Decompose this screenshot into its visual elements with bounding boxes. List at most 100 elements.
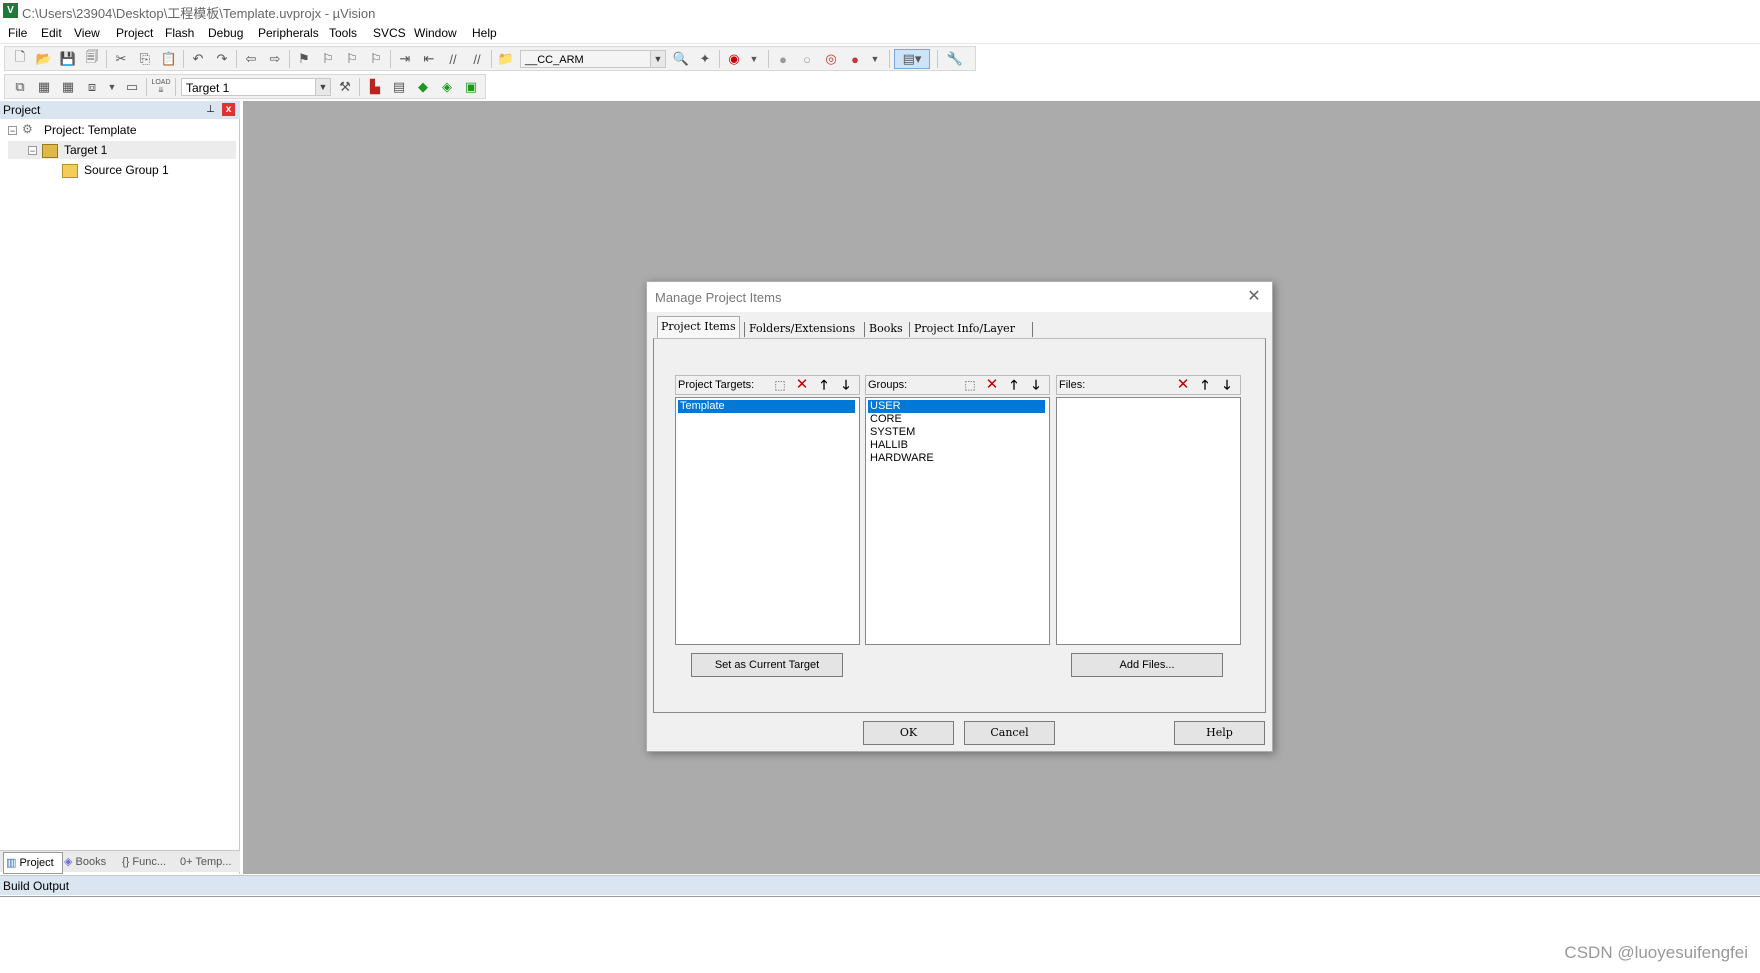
menu-file[interactable]: File bbox=[4, 26, 31, 40]
target-options-icon[interactable]: ⚒ bbox=[335, 77, 355, 97]
run-time-environment-icon[interactable]: ◈ bbox=[437, 77, 457, 97]
paste-icon[interactable]: 📋 bbox=[159, 49, 179, 69]
menu-flash[interactable]: Flash bbox=[161, 26, 198, 40]
find-in-files-icon[interactable]: 📁 bbox=[496, 49, 516, 69]
undo-icon[interactable]: ↶ bbox=[188, 49, 208, 69]
menu-debug[interactable]: Debug bbox=[204, 26, 247, 40]
new-file-icon[interactable]: 🗋 bbox=[10, 49, 30, 69]
breakpoint-enable-icon[interactable]: ○ bbox=[797, 49, 817, 69]
move-down-icon[interactable]: 🡓 bbox=[837, 377, 855, 393]
cut-icon[interactable]: ✂ bbox=[111, 49, 131, 69]
open-file-icon[interactable]: 📂 bbox=[34, 49, 54, 69]
chevron-down-icon[interactable]: ▼ bbox=[315, 79, 330, 95]
files-list[interactable] bbox=[1056, 397, 1241, 645]
manage-project-items-dialog: Manage Project Items ✕ Project Items Fol… bbox=[646, 281, 1273, 752]
chevron-down-icon[interactable]: ▼ bbox=[865, 49, 885, 69]
tab-templates[interactable]: 0+ Temp... bbox=[178, 852, 240, 872]
add-files-button[interactable]: Add Files... bbox=[1071, 653, 1223, 677]
build-icon[interactable]: ▦ bbox=[34, 77, 54, 97]
set-current-target-button[interactable]: Set as Current Target bbox=[691, 653, 843, 677]
debug-session-icon[interactable]: ◉ bbox=[724, 49, 744, 69]
incremental-find-icon[interactable]: ✦ bbox=[695, 49, 715, 69]
move-up-icon[interactable]: 🡑 bbox=[1196, 377, 1214, 393]
help-button[interactable]: Help bbox=[1174, 721, 1265, 745]
tab-books[interactable]: ◈ Books bbox=[62, 852, 118, 872]
pack-installer-icon[interactable]: ◆ bbox=[413, 77, 433, 97]
unindent-icon[interactable]: ⇤ bbox=[419, 49, 439, 69]
find-icon[interactable]: 🔍 bbox=[671, 49, 691, 69]
save-icon[interactable]: 💾 bbox=[58, 49, 78, 69]
collapse-toggle-icon[interactable]: − bbox=[8, 126, 17, 136]
bookmark-prev-icon[interactable]: ⚐ bbox=[318, 49, 338, 69]
list-item[interactable]: CORE bbox=[868, 413, 1045, 426]
menu-peripherals[interactable]: Peripherals bbox=[254, 26, 323, 40]
window-layout-icon[interactable]: ▤▾ bbox=[894, 49, 930, 69]
uncomment-icon[interactable]: // bbox=[467, 49, 487, 69]
list-item[interactable]: HARDWARE bbox=[868, 452, 1045, 465]
tab-project-items[interactable]: Project Items bbox=[657, 316, 740, 340]
delete-icon[interactable]: ✕ bbox=[793, 377, 811, 393]
rebuild-icon[interactable]: ▦ bbox=[58, 77, 78, 97]
select-packs-icon[interactable]: ▤ bbox=[389, 77, 409, 97]
move-down-icon[interactable]: 🡓 bbox=[1027, 377, 1045, 393]
save-all-icon[interactable]: 🗐 bbox=[82, 49, 102, 69]
new-insert-icon[interactable]: ⬚ bbox=[961, 377, 979, 393]
move-up-icon[interactable]: 🡑 bbox=[815, 377, 833, 393]
tree-target-row[interactable]: − Target 1 bbox=[8, 141, 236, 159]
new-insert-icon[interactable]: ⬚ bbox=[771, 377, 789, 393]
bookmark-clear-icon[interactable]: ⚐ bbox=[366, 49, 386, 69]
download-load-icon[interactable]: LOAD ⇊ bbox=[151, 77, 171, 97]
delete-icon[interactable]: ✕ bbox=[983, 377, 1001, 393]
collapse-toggle-icon[interactable]: − bbox=[28, 146, 37, 156]
cancel-button[interactable]: Cancel bbox=[964, 721, 1055, 745]
translate-icon[interactable]: ⧉ bbox=[10, 77, 30, 97]
chevron-down-icon[interactable]: ▼ bbox=[744, 49, 764, 69]
project-targets-list[interactable]: Template bbox=[675, 397, 860, 645]
close-icon[interactable]: ✕ bbox=[1244, 287, 1264, 307]
breakpoint-insert-icon[interactable]: ● bbox=[773, 49, 793, 69]
chevron-down-icon[interactable]: ▼ bbox=[102, 77, 122, 97]
move-down-icon[interactable]: 🡓 bbox=[1218, 377, 1236, 393]
build-output-text[interactable] bbox=[0, 896, 1760, 973]
breakpoint-disable-all-icon[interactable]: ◎ bbox=[821, 49, 841, 69]
redo-icon[interactable]: ↷ bbox=[212, 49, 232, 69]
define-combo[interactable]: __CC_ARM ▼ bbox=[520, 50, 666, 68]
groups-list[interactable]: USER CORE SYSTEM HALLIB HARDWARE bbox=[865, 397, 1050, 645]
chevron-down-icon[interactable]: ▼ bbox=[650, 51, 665, 67]
list-item[interactable]: Template bbox=[678, 400, 855, 413]
tab-project[interactable]: ▥ Project bbox=[3, 852, 63, 874]
tab-books[interactable]: Books bbox=[866, 319, 906, 339]
delete-icon[interactable]: ✕ bbox=[1174, 377, 1192, 393]
ok-button[interactable]: OK bbox=[863, 721, 954, 745]
configure-wrench-icon[interactable]: 🔧 bbox=[945, 49, 965, 69]
menu-svcs[interactable]: SVCS bbox=[369, 26, 410, 40]
tab-functions[interactable]: {} Func... bbox=[120, 852, 178, 872]
list-item[interactable]: SYSTEM bbox=[868, 426, 1045, 439]
batch-build-icon[interactable]: ⧈ bbox=[82, 77, 102, 97]
tab-project-info-layer[interactable]: Project Info/Layer bbox=[911, 319, 1018, 339]
copy-icon[interactable]: ⎘ bbox=[135, 49, 155, 69]
menu-view[interactable]: View bbox=[70, 26, 104, 40]
menu-edit[interactable]: Edit bbox=[37, 26, 66, 40]
menu-help[interactable]: Help bbox=[468, 26, 501, 40]
comment-icon[interactable]: // bbox=[443, 49, 463, 69]
bookmark-next-icon[interactable]: ⚐ bbox=[342, 49, 362, 69]
target-combo[interactable]: Target 1 ▼ bbox=[181, 78, 331, 96]
tab-folders-extensions[interactable]: Folders/Extensions bbox=[746, 319, 858, 339]
list-item[interactable]: HALLIB bbox=[868, 439, 1045, 452]
menu-project[interactable]: Project bbox=[112, 26, 157, 40]
manage-project-items-icon[interactable]: ▙ bbox=[365, 77, 385, 97]
close-icon[interactable]: x bbox=[222, 103, 235, 116]
move-up-icon[interactable]: 🡑 bbox=[1005, 377, 1023, 393]
stop-build-icon[interactable]: ▭ bbox=[122, 77, 142, 97]
breakpoint-kill-all-icon[interactable]: ● bbox=[845, 49, 865, 69]
navigate-forward-icon[interactable]: ⇨ bbox=[265, 49, 285, 69]
menu-tools[interactable]: Tools bbox=[325, 26, 361, 40]
indent-icon[interactable]: ⇥ bbox=[395, 49, 415, 69]
pin-icon[interactable]: ⊥ bbox=[204, 103, 217, 116]
navigate-back-icon[interactable]: ⇦ bbox=[241, 49, 261, 69]
software-pack-icon[interactable]: ▣ bbox=[461, 77, 481, 97]
list-item[interactable]: USER bbox=[868, 400, 1045, 413]
bookmark-toggle-icon[interactable]: ⚑ bbox=[294, 49, 314, 69]
menu-window[interactable]: Window bbox=[410, 26, 461, 40]
